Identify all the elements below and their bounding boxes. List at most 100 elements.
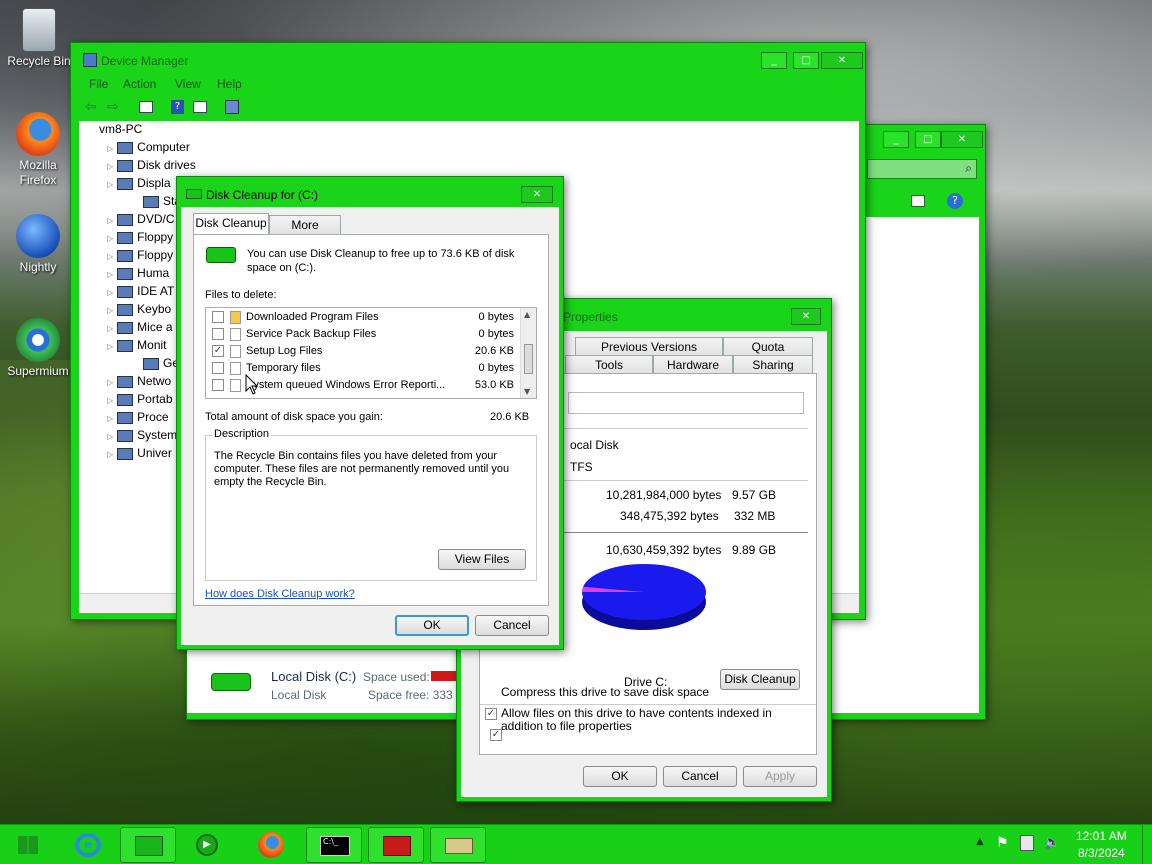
view-files-button[interactable]: View Files [438,549,526,570]
tree-root[interactable]: vm8-PC [99,122,142,136]
expand-arrow-icon[interactable]: ▷ [107,324,113,333]
close-button[interactable]: ✕ [791,308,821,325]
taskbar-disk-cleanup[interactable] [430,827,486,863]
tree-item[interactable]: ▷ Huma [107,266,169,280]
tree-item[interactable]: ▷ Computer [107,140,190,154]
help-icon[interactable]: ? [171,100,184,114]
file-checkbox[interactable] [212,362,224,374]
desktop-icon-supermium[interactable]: Supermium [1,318,75,378]
expand-arrow-icon[interactable]: ▷ [107,306,113,315]
taskbar-ie[interactable]: e [60,827,116,863]
minimize-button[interactable]: _ [883,131,909,148]
scroll-down-icon[interactable]: ▼ [524,387,530,396]
scroll-up-icon[interactable]: ▲ [524,310,530,319]
close-button[interactable]: ✕ [941,131,983,148]
help-link[interactable]: How does Disk Cleanup work? [205,588,355,600]
disk-cleanup-dialog[interactable]: Disk Cleanup for (C:) ✕ Disk Cleanup Mor… [176,176,564,650]
menu-action[interactable]: Action [123,77,156,91]
tab-sharing[interactable]: Sharing [733,355,813,374]
tree-item[interactable]: ▷ Monit [107,338,167,352]
taskbar-firefox[interactable] [244,827,300,863]
menu-file[interactable]: File [89,77,108,91]
tree-item[interactable]: ▷ Portab [107,392,173,406]
tab-more-options[interactable]: More Options [269,215,341,250]
tree-item[interactable]: ▷ Univer [107,446,172,460]
cancel-button[interactable]: Cancel [663,766,737,787]
cancel-button[interactable]: Cancel [475,615,549,636]
file-list-item[interactable]: ✓ Setup Log Files 20.6 KB [206,343,520,360]
taskbar-media-player[interactable]: ▶ [180,827,236,863]
taskbar-cmd[interactable]: C:\_ [306,827,362,863]
tab-tools[interactable]: Tools [565,355,653,374]
index-checkbox[interactable]: ✓ [485,708,497,720]
desktop-icon-recycle-bin[interactable]: Recycle Bin [2,8,76,68]
clock-date[interactable]: 8/3/2024 [1078,846,1125,860]
tree-item[interactable]: ▷ System [107,428,177,442]
drive-label-input[interactable] [568,392,804,414]
expand-arrow-icon[interactable]: ▷ [107,270,113,279]
expand-arrow-icon[interactable]: ▷ [107,342,113,351]
view-options-icon[interactable] [911,195,925,207]
expand-arrow-icon[interactable]: ▷ [107,144,113,153]
desktop-icon-nightly[interactable]: Nightly [1,214,75,274]
expand-arrow-icon[interactable]: ▷ [107,252,113,261]
tree-item[interactable]: ▷ Floppy [107,230,173,244]
maximize-button[interactable]: □ [915,131,941,148]
menu-help[interactable]: Help [217,77,242,91]
expand-arrow-icon[interactable]: ▷ [107,450,113,459]
tree-item[interactable]: ▷ Floppy [107,248,173,262]
tree-item[interactable]: Sta [139,194,181,208]
scan-hardware-icon[interactable] [225,100,239,114]
list-scrollbar[interactable]: ▲ ▼ [520,308,536,398]
network-icon[interactable] [1020,835,1034,851]
tree-item[interactable]: ▷ Keybo [107,302,171,316]
expand-arrow-icon[interactable]: ▷ [107,216,113,225]
scroll-thumb[interactable] [524,344,533,374]
close-button[interactable]: ✕ [521,186,553,203]
forward-arrow-icon[interactable]: ⇨ [107,99,119,115]
expand-arrow-icon[interactable]: ▷ [107,288,113,297]
tree-item[interactable]: ▷ DVD/C [107,212,175,226]
volume-muted-icon[interactable]: 🔈 [1044,835,1060,850]
explorer-search-box[interactable]: ⌕ [867,159,977,179]
tree-item[interactable]: ▷ Proce [107,410,169,424]
view-icon[interactable] [193,101,207,113]
show-hidden-icons[interactable]: ▲ [976,836,984,847]
apply-button[interactable]: Apply [743,766,817,787]
expand-arrow-icon[interactable]: ▷ [107,162,113,171]
maximize-button[interactable]: □ [793,52,819,69]
back-arrow-icon[interactable]: ⇦ [85,99,97,115]
expand-arrow-icon[interactable]: ▷ [107,234,113,243]
tree-item[interactable]: ▷ Disk drives [107,158,196,172]
menu-view[interactable]: View [175,77,201,91]
ok-button[interactable]: OK [583,766,657,787]
expand-arrow-icon[interactable]: ▷ [107,378,113,387]
tree-item[interactable]: Ge [139,356,179,370]
tab-previous-versions[interactable]: Previous Versions [575,337,723,356]
expand-arrow-icon[interactable]: ▷ [107,414,113,423]
show-desktop-button[interactable] [1142,825,1152,864]
tree-item[interactable]: ▷ Netwo [107,374,171,388]
properties-icon[interactable] [139,101,153,113]
tab-disk-cleanup[interactable]: Disk Cleanup [193,213,269,235]
file-checkbox[interactable] [212,328,224,340]
file-list-item[interactable]: Downloaded Program Files 0 bytes [206,309,520,326]
expand-arrow-icon[interactable]: ▷ [107,396,113,405]
close-button[interactable]: ✕ [821,52,863,69]
action-center-flag-icon[interactable]: ⚑ [996,835,1009,851]
tab-hardware[interactable]: Hardware [653,355,733,374]
taskbar-explorer[interactable] [120,827,176,863]
file-checkbox[interactable] [212,311,224,323]
file-list-item[interactable]: Service Pack Backup Files 0 bytes [206,326,520,343]
tab-quota[interactable]: Quota [723,337,813,356]
help-icon[interactable]: ? [947,193,963,209]
clock-time[interactable]: 12:01 AM [1076,829,1127,843]
tree-item[interactable]: ▷ Displa [107,176,171,190]
file-checkbox[interactable]: ✓ [212,345,224,357]
minimize-button[interactable]: _ [761,52,787,69]
ok-button[interactable]: OK [395,615,469,636]
expand-arrow-icon[interactable]: ▷ [107,432,113,441]
expand-arrow-icon[interactable]: ▷ [107,180,113,189]
taskbar-toolbox[interactable] [368,827,424,863]
file-checkbox[interactable] [212,379,224,391]
